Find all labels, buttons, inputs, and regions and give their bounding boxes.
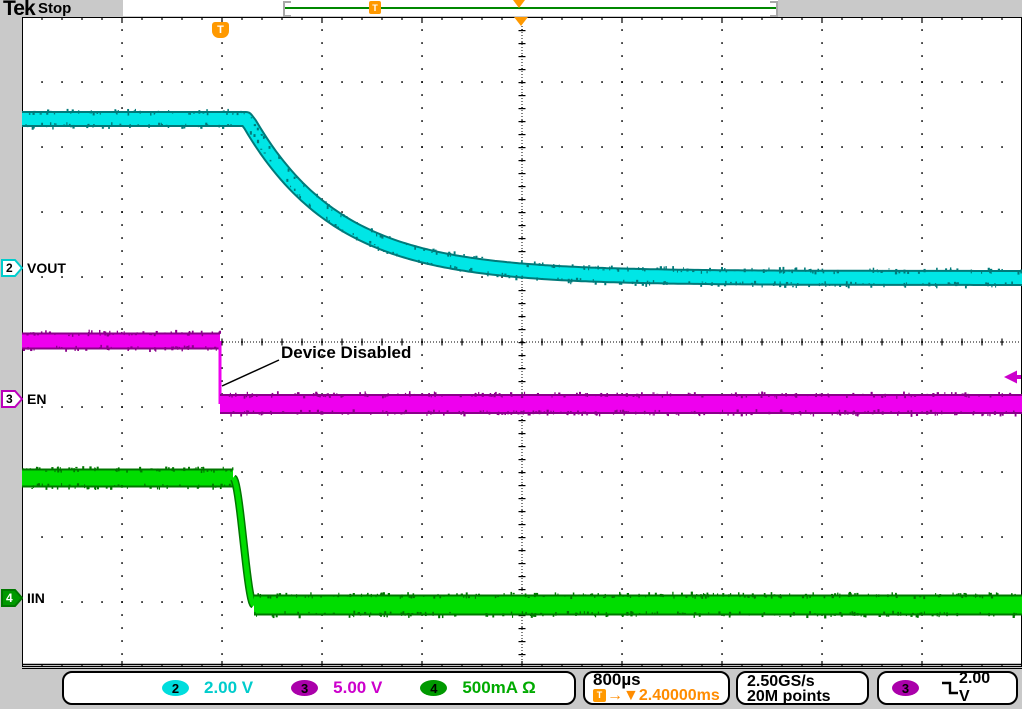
annotation-text: Device Disabled bbox=[281, 343, 411, 363]
graticule-svg bbox=[22, 17, 1022, 667]
annotation-leader-line bbox=[222, 360, 279, 386]
vertical-scale-readout: 2 2.00 V 3 5.00 V 4 500mA Ω bbox=[62, 671, 576, 705]
delay-readout: T → ▼ 2.40000ms bbox=[593, 688, 720, 703]
channel-4-badge: 4 bbox=[420, 680, 447, 696]
channel-3-scale-group: 3 5.00 V bbox=[291, 678, 382, 698]
channel-4-scale: 500mA Ω bbox=[462, 678, 535, 698]
trigger-source-badge: 3 bbox=[892, 680, 919, 696]
record-window-bracket-right bbox=[770, 1, 778, 17]
record-view-bar: T bbox=[283, 0, 778, 16]
delay-value: 2.40000ms bbox=[639, 688, 720, 703]
channel-3-label: EN bbox=[27, 391, 46, 407]
channel-4-marker: 4 bbox=[1, 588, 23, 608]
channel-4-label: IIN bbox=[27, 590, 45, 606]
sample-rate: 2.50GS/s bbox=[747, 674, 858, 689]
record-trigger-marker: T bbox=[369, 1, 381, 14]
channel-3-scale: 5.00 V bbox=[333, 678, 382, 698]
trigger-level-arrow-icon bbox=[1004, 371, 1021, 384]
channel-2-scale: 2.00 V bbox=[204, 678, 253, 698]
channel-3-number: 3 bbox=[6, 392, 13, 406]
delay-arrow-icon: → bbox=[607, 688, 623, 703]
trigger-position-flag-icon: T bbox=[212, 22, 229, 38]
channel-2-badge: 2 bbox=[162, 680, 189, 696]
falling-edge-icon bbox=[941, 680, 959, 696]
record-length: 20M points bbox=[747, 689, 858, 704]
record-window-bracket-left bbox=[283, 1, 291, 17]
timebase-value: 800µs bbox=[593, 672, 720, 688]
channel-3-marker: 3 bbox=[1, 389, 23, 409]
waveform-display: T Device Disabled bbox=[22, 17, 1022, 667]
record-length-line bbox=[283, 7, 778, 9]
expansion-point-icon bbox=[514, 17, 528, 26]
trigger-level: 2.00 V bbox=[959, 670, 1003, 706]
delay-trigger-icon: T bbox=[593, 689, 606, 702]
horizontal-readout: 800µs T → ▼ 2.40000ms bbox=[583, 671, 730, 705]
acquisition-readout: 2.50GS/s 20M points bbox=[736, 671, 869, 705]
channel-4-scale-group: 4 500mA Ω bbox=[420, 678, 535, 698]
channel-3-badge: 3 bbox=[291, 680, 318, 696]
delay-marker-icon: ▼ bbox=[623, 688, 639, 703]
channel-2-marker: 2 bbox=[1, 258, 23, 278]
channel-2-number: 2 bbox=[6, 261, 13, 275]
channel-4-number: 4 bbox=[6, 591, 13, 605]
graticule-underline bbox=[22, 668, 1022, 669]
channel-2-label: VOUT bbox=[27, 260, 66, 276]
record-view-position-icon bbox=[513, 0, 525, 8]
acquisition-status: Stop bbox=[38, 0, 71, 17]
trigger-readout: 3 2.00 V bbox=[877, 671, 1018, 705]
channel-2-scale-group: 2 2.00 V bbox=[162, 678, 253, 698]
